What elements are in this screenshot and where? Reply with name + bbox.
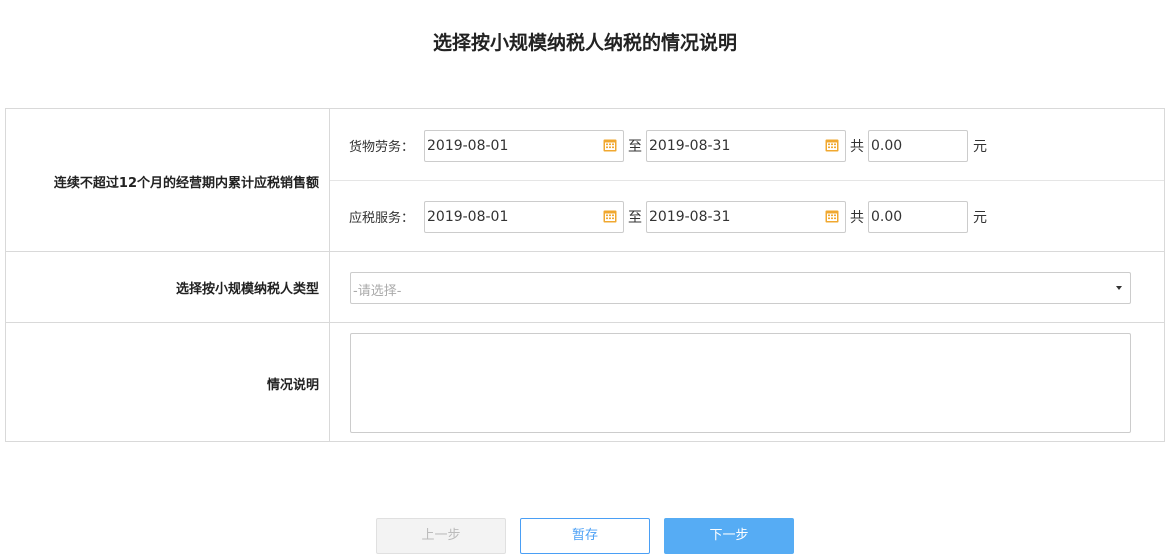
taxpayer-type-select[interactable]: -请选择- [350, 272, 1131, 304]
services-total-label: 共 [850, 210, 864, 226]
services-amount-input[interactable] [868, 201, 968, 233]
next-step-button[interactable]: 下一步 [664, 518, 794, 554]
sales-row-label: 连续不超过12个月的经营期内累计应税销售额 [53, 176, 319, 191]
services-to-label: 至 [628, 210, 642, 226]
goods-end-date-input[interactable] [646, 130, 846, 162]
save-draft-button[interactable]: 暂存 [520, 518, 650, 554]
goods-unit-label: 元 [973, 139, 987, 155]
type-select-label: 选择按小规模纳税人类型 [175, 282, 319, 297]
select-placeholder: -请选择- [353, 284, 402, 299]
services-start-date-input[interactable] [424, 201, 624, 233]
row-divider [6, 251, 1164, 252]
description-textarea[interactable] [350, 333, 1131, 433]
calendar-icon[interactable] [825, 138, 839, 152]
chevron-down-icon[interactable] [1116, 286, 1122, 290]
goods-start-date-input[interactable] [424, 130, 624, 162]
goods-label: 货物劳务： [349, 140, 415, 155]
goods-to-label: 至 [628, 139, 642, 155]
sub-row-divider [330, 180, 1164, 181]
form-table: 连续不超过12个月的经营期内累计应税销售额 货物劳务： 至 共 元 应税服务： … [5, 108, 1165, 442]
calendar-icon[interactable] [603, 209, 617, 223]
page-title: 选择按小规模纳税人纳税的情况说明 [432, 32, 737, 54]
prev-step-button[interactable]: 上一步 [376, 518, 506, 554]
row-divider [6, 322, 1164, 323]
services-unit-label: 元 [973, 210, 987, 226]
description-label: 情况说明 [266, 378, 319, 393]
goods-total-label: 共 [850, 139, 864, 155]
services-end-date-input[interactable] [646, 201, 846, 233]
calendar-icon[interactable] [603, 138, 617, 152]
services-label: 应税服务： [349, 211, 415, 226]
calendar-icon[interactable] [825, 209, 839, 223]
goods-amount-input[interactable] [868, 130, 968, 162]
